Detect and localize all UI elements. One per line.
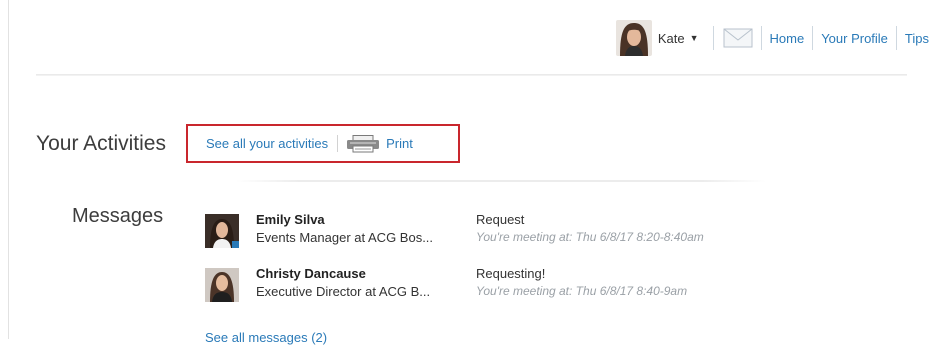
nav-link-tips[interactable]: Tips xyxy=(897,31,929,46)
top-navigation: Kate ▼ Home Your Profile Tips xyxy=(615,18,929,58)
meeting-time: You're meeting at: Thu 6/8/17 8:40-9am xyxy=(476,284,688,298)
activities-heading: Your Activities xyxy=(36,132,166,155)
sender-title: Executive Director at ACG B... xyxy=(256,284,431,299)
avatar[interactable] xyxy=(205,214,239,248)
mail-icon[interactable] xyxy=(723,28,753,48)
printer-icon[interactable] xyxy=(346,134,380,153)
avatar[interactable] xyxy=(205,268,239,302)
activities-divider xyxy=(236,180,766,182)
message-subject[interactable]: Requesting! xyxy=(476,266,545,281)
user-avatar[interactable] xyxy=(615,20,652,56)
header-divider xyxy=(36,74,907,76)
user-name[interactable]: Kate xyxy=(658,31,685,46)
sender-name[interactable]: Emily Silva xyxy=(256,212,325,227)
message-subject[interactable]: Request xyxy=(476,212,524,227)
see-all-activities-link[interactable]: See all your activities xyxy=(206,136,328,151)
sender-name[interactable]: Christy Dancause xyxy=(256,266,366,281)
meeting-time: You're meeting at: Thu 6/8/17 8:20-8:40a… xyxy=(476,230,704,244)
message-item[interactable]: Emily Silva Events Manager at ACG Bos...… xyxy=(205,212,805,250)
caret-down-icon[interactable]: ▼ xyxy=(690,33,699,43)
nav-separator xyxy=(712,26,714,50)
actions-separator xyxy=(337,135,339,152)
sender-title: Events Manager at ACG Bos... xyxy=(256,230,434,245)
nav-link-home[interactable]: Home xyxy=(762,31,813,46)
messages-heading: Messages xyxy=(72,205,164,227)
activities-actions-highlight: See all your activities Print xyxy=(186,124,460,163)
see-all-messages-link[interactable]: See all messages (2) xyxy=(205,330,327,345)
page-frame-edge xyxy=(8,0,9,339)
message-item[interactable]: Christy Dancause Executive Director at A… xyxy=(205,266,805,304)
print-link[interactable]: Print xyxy=(386,136,413,151)
nav-link-your-profile[interactable]: Your Profile xyxy=(813,31,896,46)
